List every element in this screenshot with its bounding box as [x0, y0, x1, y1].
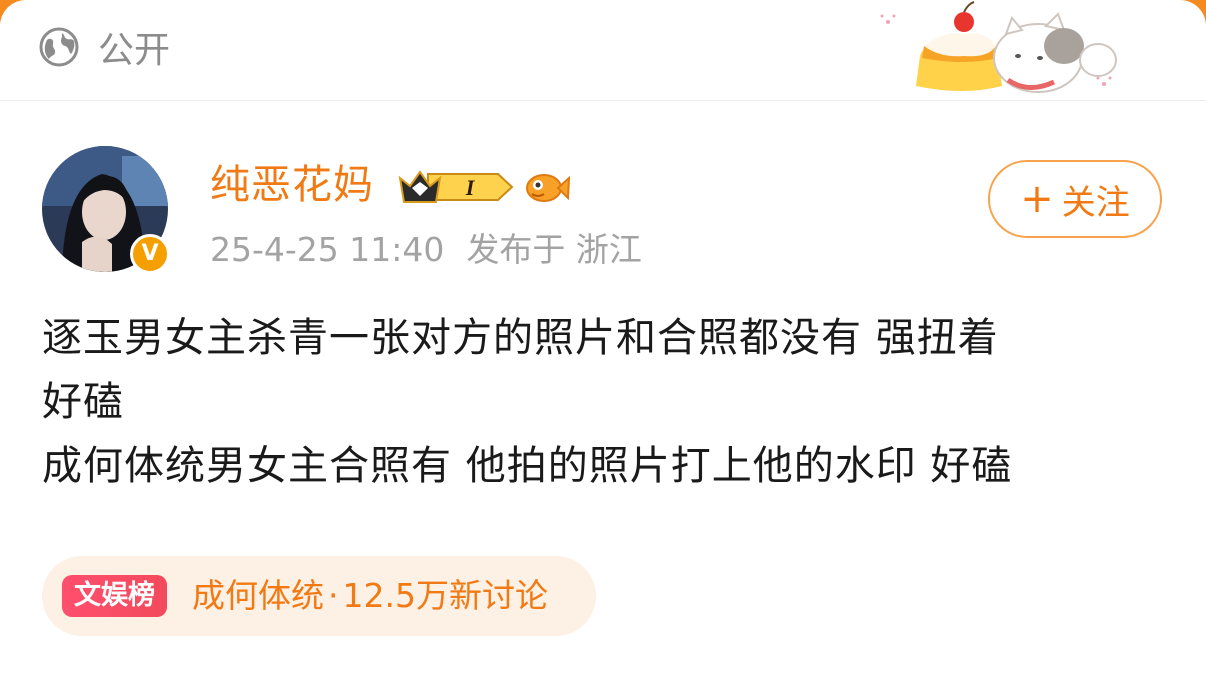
post-card: 公开 V 纯恶花妈 I 25-4-25 11:40 发布于 浙江 + 关注 逐玉…	[0, 0, 1206, 677]
follow-button[interactable]: + 关注	[988, 160, 1162, 238]
topic-name: 成何体统	[192, 576, 324, 615]
post-text-line: 好磕	[42, 379, 124, 425]
author-name[interactable]: 纯恶花妈	[210, 160, 374, 210]
topic-discussion-count: 12.5万新讨论	[342, 576, 548, 615]
post-text-line: 成何体统男女主合照有 他拍的照片打上他的水印 好磕	[42, 443, 1013, 489]
visibility-label: 公开	[98, 30, 171, 71]
visibility-header: 公开	[0, 0, 1206, 101]
post-text-line: 逐玉男女主杀青一张对方的照片和合照都没有 强扭着	[42, 315, 999, 361]
post-meta: 25-4-25 11:40 发布于 浙江	[210, 228, 642, 272]
verified-badge: V	[130, 234, 170, 274]
follow-label: 关注	[1061, 182, 1130, 223]
pudding-cat-sticker	[880, 1, 1117, 93]
trending-topic-chip[interactable]: 文娱榜 成何体统 · 12.5万新讨论	[42, 556, 596, 636]
post-body: 逐玉男女主杀青一张对方的照片和合照都没有 强扭着 好磕 成何体统男女主合照有 他…	[42, 306, 1172, 498]
post-location: 发布于 浙江	[466, 230, 642, 269]
globe-icon	[39, 27, 79, 67]
topic-separator: ·	[328, 576, 339, 615]
topic-category-tag: 文娱榜	[62, 575, 167, 617]
level-badge-text: I	[465, 175, 476, 200]
plus-icon: +	[1020, 176, 1054, 222]
fish-icon[interactable]	[522, 166, 570, 208]
crown-level-badge[interactable]: I	[398, 166, 516, 208]
post-timestamp: 25-4-25 11:40	[210, 230, 445, 269]
topic-title: 成何体统 · 12.5万新讨论	[192, 574, 548, 618]
